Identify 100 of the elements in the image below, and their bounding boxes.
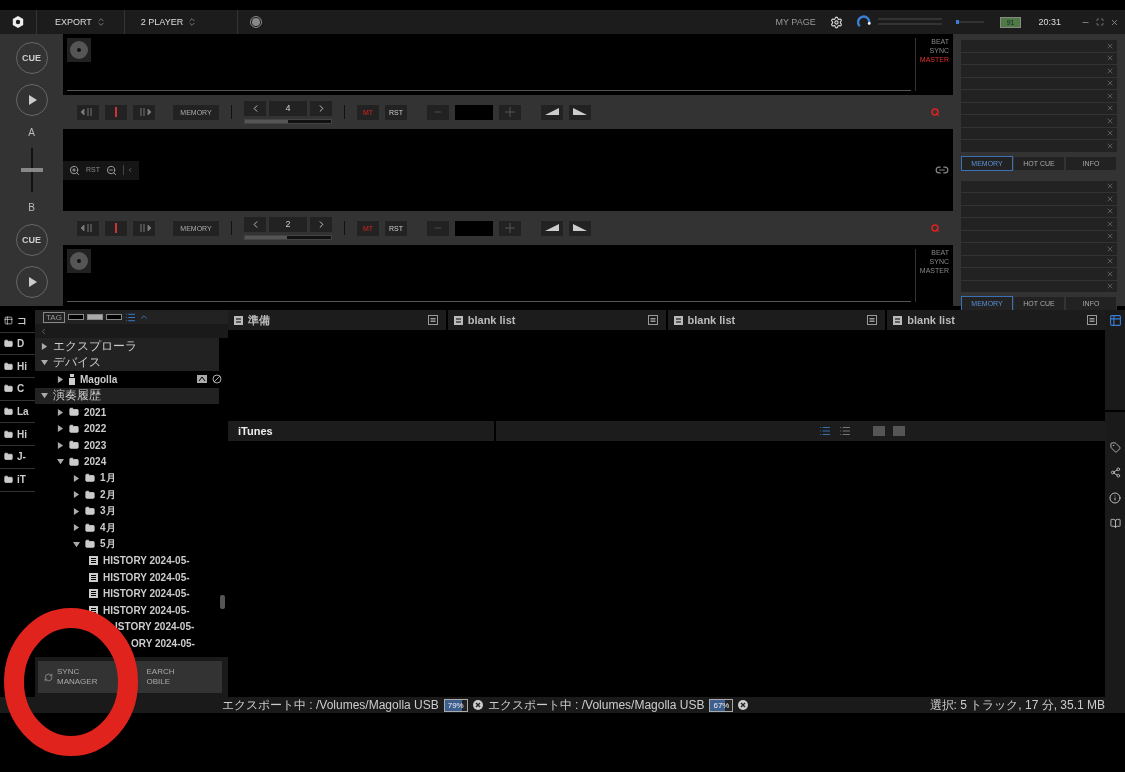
sync-manager-button[interactable]: SYNC MANAGER xyxy=(38,661,120,693)
folder-icon xyxy=(85,539,95,550)
palette-menu-button[interactable] xyxy=(427,315,438,325)
tree-item[interactable]: 5月 xyxy=(100,537,116,552)
tag-button[interactable] xyxy=(1109,442,1121,453)
palette-menu-button[interactable] xyxy=(867,315,878,325)
cancel-export-button[interactable] xyxy=(472,700,483,710)
table-view-button[interactable] xyxy=(1108,314,1122,327)
tree-item[interactable]: 2021 xyxy=(84,406,107,418)
playlist-icon xyxy=(673,315,683,325)
previous-beat-button[interactable] xyxy=(77,104,99,120)
cue-button[interactable]: CUE xyxy=(15,42,48,74)
close-icon xyxy=(1106,269,1114,278)
scrollbar-thumb[interactable] xyxy=(220,595,225,609)
mode-selector[interactable]: EXPORT xyxy=(55,17,92,27)
layout-selector[interactable]: 2 PLAYER xyxy=(140,17,184,27)
related-tracks-button[interactable] xyxy=(1109,467,1121,478)
list-icon xyxy=(89,589,98,599)
playlist-icon xyxy=(234,315,243,325)
view-option[interactable] xyxy=(67,314,84,320)
tree-item[interactable]: HISTORY 2024-05- xyxy=(103,571,190,583)
detail-view-button[interactable] xyxy=(839,425,851,437)
info-button[interactable] xyxy=(1109,492,1121,504)
link-button[interactable] xyxy=(935,163,949,177)
quantize-icon xyxy=(931,224,939,232)
folder-icon xyxy=(85,522,95,533)
close-icon xyxy=(1106,91,1114,100)
tree-item[interactable]: 3月 xyxy=(100,504,116,519)
tree-item[interactable]: 2024 xyxy=(84,456,107,468)
tree-item[interactable]: HISTORY 2024-05- xyxy=(103,555,190,567)
slope-up-button[interactable] xyxy=(541,104,563,120)
collapse-button[interactable] xyxy=(138,312,149,322)
tag-button[interactable]: TAG xyxy=(43,311,65,323)
folder-icon xyxy=(69,423,79,434)
previous-page-button[interactable] xyxy=(244,216,266,232)
ramp-down-icon xyxy=(573,108,587,116)
next-page-button[interactable] xyxy=(310,216,332,232)
expanded-triangle-icon xyxy=(41,392,48,400)
previous-page-button[interactable] xyxy=(244,100,266,116)
folder-icon xyxy=(85,489,95,500)
tree-item[interactable]: HISTORY 2024-05- xyxy=(103,604,190,616)
next-beat-button[interactable] xyxy=(133,220,155,236)
plus-icon xyxy=(505,107,515,117)
sync-icon xyxy=(44,672,53,682)
expanded-triangle-icon xyxy=(73,540,80,548)
tree-item[interactable]: 2月 xyxy=(100,487,116,502)
sampler-button[interactable] xyxy=(1109,518,1121,529)
tree-item[interactable]: Magolla xyxy=(80,373,118,385)
play-button[interactable] xyxy=(15,84,48,117)
volume-slider-drawing xyxy=(955,19,984,25)
slope-down-button[interactable] xyxy=(569,104,591,120)
tree-item[interactable]: デバイス xyxy=(53,354,101,372)
my-page-link[interactable]: MY PAGE xyxy=(775,17,816,27)
close-icon xyxy=(1106,116,1114,125)
tree-item[interactable]: エクスプローラ xyxy=(53,338,137,355)
next-beat-button[interactable] xyxy=(133,104,155,120)
tree-item[interactable]: 演奏履歴 xyxy=(53,387,101,405)
view-option[interactable] xyxy=(105,314,122,320)
cue-button[interactable]: CUE xyxy=(15,223,48,256)
tree-item[interactable]: ISTORY 2024-05- xyxy=(115,621,195,633)
list-view-button[interactable] xyxy=(124,311,136,323)
settings-icon xyxy=(829,15,843,29)
cue-marker-button[interactable] xyxy=(105,220,127,236)
collection-title: iTunes xyxy=(228,421,494,441)
tree-section[interactable]: エクスプローラ xyxy=(35,338,219,355)
palette-menu-button[interactable] xyxy=(647,315,658,325)
beat-forward-icon xyxy=(137,224,151,232)
tree-item[interactable]: ORY 2024-05- xyxy=(131,637,195,649)
chevron-left-icon xyxy=(39,326,48,336)
list-icon xyxy=(89,572,98,582)
play-icon xyxy=(26,95,37,106)
slope-down-button[interactable] xyxy=(569,220,591,236)
folder-icon xyxy=(4,407,13,417)
slope-up-button[interactable] xyxy=(541,220,563,236)
selection-summary: 選択: 5 トラック, 17 分, 35.1 MB xyxy=(929,698,1105,712)
view-option[interactable] xyxy=(86,314,103,320)
zoom-out-button[interactable] xyxy=(106,164,117,176)
collapsed-triangle-icon xyxy=(73,474,80,482)
tree-section[interactable]: 演奏履歴 xyxy=(35,387,219,404)
previous-beat-button[interactable] xyxy=(77,220,99,236)
page-number: 4 xyxy=(269,100,307,116)
tree-item[interactable]: 4月 xyxy=(100,520,116,535)
close-icon xyxy=(1106,79,1114,88)
folder-icon xyxy=(4,429,13,439)
tree-item[interactable]: 1月 xyxy=(100,471,116,486)
tree-item[interactable]: 2023 xyxy=(84,439,107,451)
cue-marker-button[interactable] xyxy=(105,104,127,120)
palette-menu-button[interactable] xyxy=(1087,315,1097,325)
next-page-button[interactable] xyxy=(310,100,332,116)
maximize-button[interactable] xyxy=(1096,18,1104,26)
tree-item[interactable]: 2022 xyxy=(84,423,107,435)
play-button[interactable] xyxy=(15,265,48,298)
fader-track[interactable] xyxy=(20,148,43,192)
list-view-button[interactable] xyxy=(819,425,831,437)
value-display xyxy=(455,220,493,236)
close-icon xyxy=(1106,66,1114,75)
close-button[interactable] xyxy=(1110,17,1119,27)
tree-item[interactable]: HISTORY 2024-05- xyxy=(103,588,190,600)
cancel-export-button[interactable] xyxy=(738,700,749,710)
zoom-in-button[interactable] xyxy=(69,164,80,176)
